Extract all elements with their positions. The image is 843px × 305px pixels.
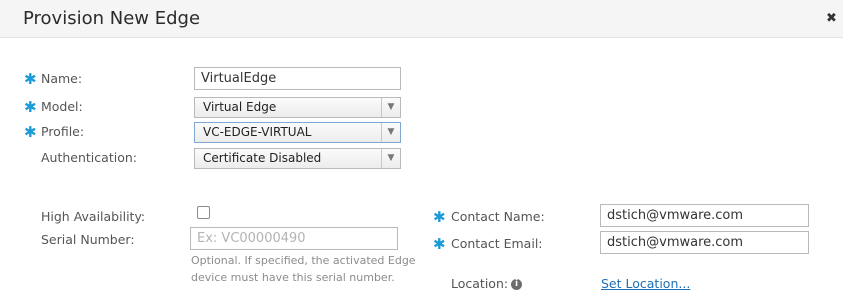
location-label: Location: xyxy=(451,276,509,291)
model-label: Model: xyxy=(41,99,83,114)
required-marker-profile: ✱ xyxy=(24,123,37,141)
contact-name-label: Contact Name: xyxy=(451,209,545,224)
close-icon[interactable]: ✖ xyxy=(826,11,837,26)
required-marker-contact-name: ✱ xyxy=(433,208,446,226)
chevron-down-icon: ▼ xyxy=(381,149,400,168)
required-marker-contact-email: ✱ xyxy=(433,235,446,253)
contact-name-input[interactable] xyxy=(600,204,809,227)
chevron-down-icon: ▼ xyxy=(381,98,400,117)
set-location-link[interactable]: Set Location... xyxy=(601,276,690,291)
high-availability-checkbox[interactable] xyxy=(197,206,210,219)
serial-number-label: Serial Number: xyxy=(41,232,135,247)
authentication-select-value: Certificate Disabled xyxy=(203,151,322,165)
required-marker-model: ✱ xyxy=(24,98,37,116)
chevron-down-icon: ▼ xyxy=(381,123,400,142)
profile-label: Profile: xyxy=(41,124,85,139)
name-input[interactable] xyxy=(194,67,401,90)
contact-email-input[interactable] xyxy=(600,231,809,254)
profile-select[interactable]: VC-EDGE-VIRTUAL ▼ xyxy=(194,122,401,143)
high-availability-label: High Availability: xyxy=(41,209,146,224)
required-marker-name: ✱ xyxy=(24,70,37,88)
info-icon[interactable]: i xyxy=(511,279,522,290)
serial-number-hint: Optional. If specified, the activated Ed… xyxy=(191,254,416,284)
model-select[interactable]: Virtual Edge ▼ xyxy=(194,97,401,118)
contact-email-label: Contact Email: xyxy=(451,236,543,251)
authentication-select[interactable]: Certificate Disabled ▼ xyxy=(194,148,401,169)
name-label: Name: xyxy=(41,71,83,86)
profile-select-value: VC-EDGE-VIRTUAL xyxy=(203,125,312,139)
serial-number-input[interactable] xyxy=(190,227,398,250)
authentication-label: Authentication: xyxy=(41,150,137,165)
model-select-value: Virtual Edge xyxy=(203,100,277,114)
dialog-title: Provision New Edge xyxy=(23,8,201,29)
